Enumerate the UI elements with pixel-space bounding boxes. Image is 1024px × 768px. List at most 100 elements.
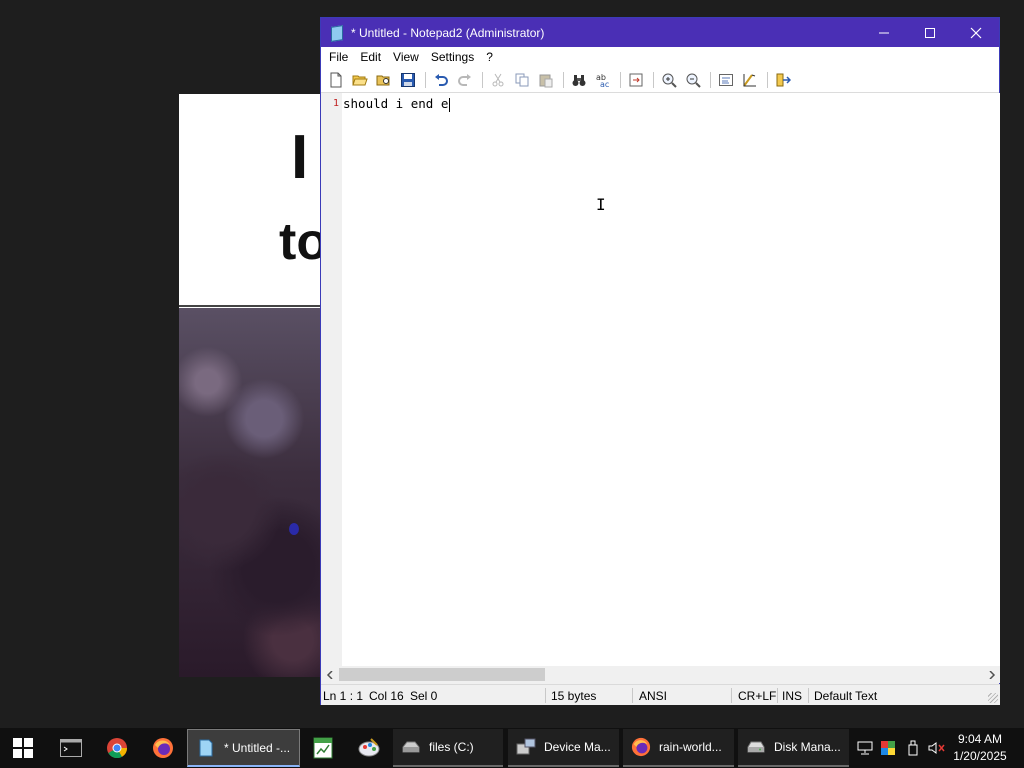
status-insert-mode[interactable]: INS [782,689,802,703]
terminal-button[interactable] [48,728,94,768]
undo-button[interactable] [430,69,452,91]
redo-icon [458,73,471,86]
redo-button[interactable] [454,69,476,91]
taskbar-item-notepad[interactable]: * Untitled -... [187,729,300,767]
replace-button[interactable]: ab ac [592,69,614,91]
editor-text-line[interactable]: should i end e [343,96,451,112]
taskbar-item-label: files (C:) [429,740,474,754]
menu-file[interactable]: File [324,50,353,64]
scroll-left-icon[interactable] [321,666,338,683]
menu-help[interactable]: ? [481,50,498,64]
maximize-button[interactable] [907,18,953,47]
goto-button[interactable] [625,69,647,91]
resize-grip[interactable] [988,693,998,703]
folder-browse-icon [376,75,390,85]
chrome-icon [107,738,128,759]
zoom-out-button[interactable] [682,69,704,91]
image-text-area: I to [179,94,321,307]
chrome-button[interactable] [94,728,140,768]
binoculars-icon [572,74,586,86]
status-size: 15 bytes [551,689,597,703]
editor-content: should i end e [343,96,449,111]
toolbar: ab ac [321,67,999,93]
status-scheme[interactable]: Default Text [814,689,877,703]
save-button[interactable] [397,69,419,91]
status-line-endings[interactable]: CR+LF [738,689,776,703]
taskbar-item-firefox[interactable]: rain-world... [623,729,734,767]
image-picture [179,308,321,677]
horizontal-scrollbar[interactable] [321,666,1000,683]
taskbar: * Untitled -... files (C:) Device Ma... … [0,728,1024,768]
drive-icon [401,737,421,757]
volume-tray-button[interactable] [926,728,948,768]
notepad-icon [196,738,216,758]
scheme-icon [743,73,756,87]
copy-button[interactable] [511,69,533,91]
svg-text:ac: ac [600,80,609,88]
status-bar: Ln 1 : 1 Col 16 Sel 0 15 bytes ANSI CR+L… [321,684,1000,705]
zoom-in-button[interactable] [658,69,680,91]
spreadsheet-icon [313,737,333,759]
cut-button[interactable] [487,69,509,91]
exit-button[interactable] [772,69,794,91]
text-caret [449,97,451,112]
scrollbar-thumb[interactable] [339,668,545,681]
scheme-button[interactable] [739,69,761,91]
undo-icon [435,73,448,86]
menu-view[interactable]: View [388,50,424,64]
spreadsheet-button[interactable] [300,728,346,768]
status-selection: Sel 0 [410,689,438,703]
cut-icon [492,73,504,86]
paint-button[interactable] [346,728,392,768]
taskbar-item-label: rain-world... [659,740,722,754]
status-encoding[interactable]: ANSI [639,689,667,703]
terminal-icon [60,739,82,757]
exit-icon [776,73,791,86]
scroll-right-icon[interactable] [983,666,1000,683]
menu-bar: File Edit View Settings ? [321,47,999,67]
text-editor[interactable]: 1 should i end e I [321,93,1000,682]
taskbar-item-label: Device Ma... [544,740,611,754]
paint-icon [358,738,380,757]
notepad-icon [329,25,343,41]
security-tray-button[interactable] [878,728,898,768]
clock[interactable]: 9:04 AM 1/20/2025 [950,731,1010,765]
paste-button[interactable] [535,69,557,91]
word-wrap-button[interactable] [715,69,737,91]
zoom-out-icon [686,73,701,88]
copy-icon [515,73,529,86]
taskbar-item-device-manager[interactable]: Device Ma... [508,729,619,767]
taskbar-item-disk-management[interactable]: Disk Mana... [738,729,849,767]
status-column: Col 16 [369,689,404,703]
image-letter-2: to [279,213,321,271]
image-letter-1: I [291,123,309,192]
background-image-window: I to [179,94,321,677]
network-icon [857,741,873,755]
zoom-in-icon [662,73,677,88]
folder-open-icon [352,75,368,85]
menu-settings[interactable]: Settings [426,50,479,64]
minimize-button[interactable] [861,18,907,47]
taskbar-item-files[interactable]: files (C:) [393,729,503,767]
new-file-button[interactable] [325,69,347,91]
taskbar-item-label: * Untitled -... [224,740,291,755]
open-button[interactable] [349,69,371,91]
windows-icon [13,738,33,758]
save-icon [401,72,415,87]
start-button[interactable] [0,728,46,768]
firefox-button[interactable] [140,728,186,768]
firefox-icon [153,738,173,758]
disk-management-icon [746,737,766,757]
volume-muted-icon [928,742,945,754]
find-button[interactable] [568,69,590,91]
menu-edit[interactable]: Edit [355,50,386,64]
network-tray-button[interactable] [855,728,875,768]
close-button[interactable] [953,18,999,47]
replace-icon: abac [596,73,609,88]
paste-icon [539,74,553,87]
usb-tray-button[interactable] [903,728,923,768]
device-manager-icon [516,737,536,757]
title-bar[interactable]: * Untitled - Notepad2 (Administrator) [321,18,999,47]
browse-button[interactable] [373,69,395,91]
status-position: Ln 1 : 1 [323,689,364,703]
